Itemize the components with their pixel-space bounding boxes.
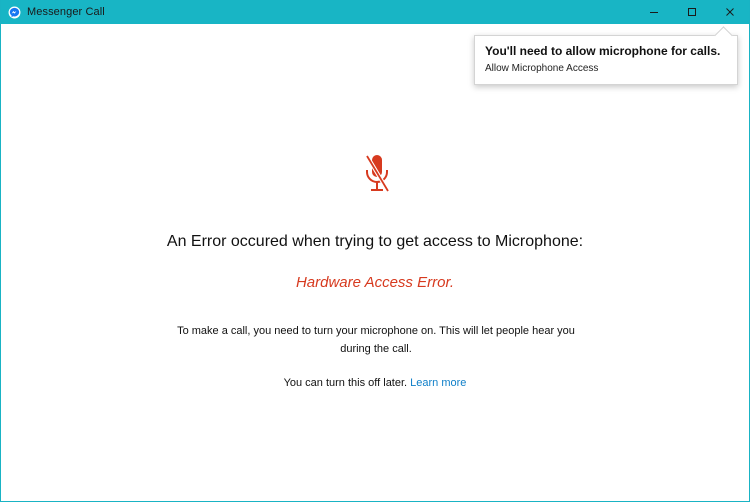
turn-off-note-text: You can turn this off later. [283,377,408,389]
allow-microphone-access-button[interactable]: Allow Microphone Access [485,63,727,74]
toast-pointer [714,26,733,45]
messenger-call-window: Messenger Call You'll need to allow micr… [0,0,750,502]
error-message: Hardware Access Error. [295,274,455,291]
error-heading: An Error occured when trying to get acce… [166,233,584,250]
toast-title: You'll need to allow microphone for call… [485,44,721,58]
microphone-permission-toast: You'll need to allow microphone for call… [474,26,738,85]
minimize-icon [650,12,658,13]
close-button[interactable] [711,0,749,24]
minimize-button[interactable] [635,0,673,24]
microphone-muted-icon [363,153,391,195]
turn-off-note: You can turn this off later. Learn more [1,377,749,389]
maximize-icon [688,8,696,16]
close-icon [726,8,734,16]
messenger-icon [7,5,21,19]
learn-more-link[interactable]: Learn more [410,377,466,389]
window-title: Messenger Call [27,6,105,18]
window-controls [635,0,749,24]
maximize-button[interactable] [673,0,711,24]
title-bar[interactable]: Messenger Call [1,0,749,24]
microphone-instructions: To make a call, you need to turn your mi… [177,325,575,355]
